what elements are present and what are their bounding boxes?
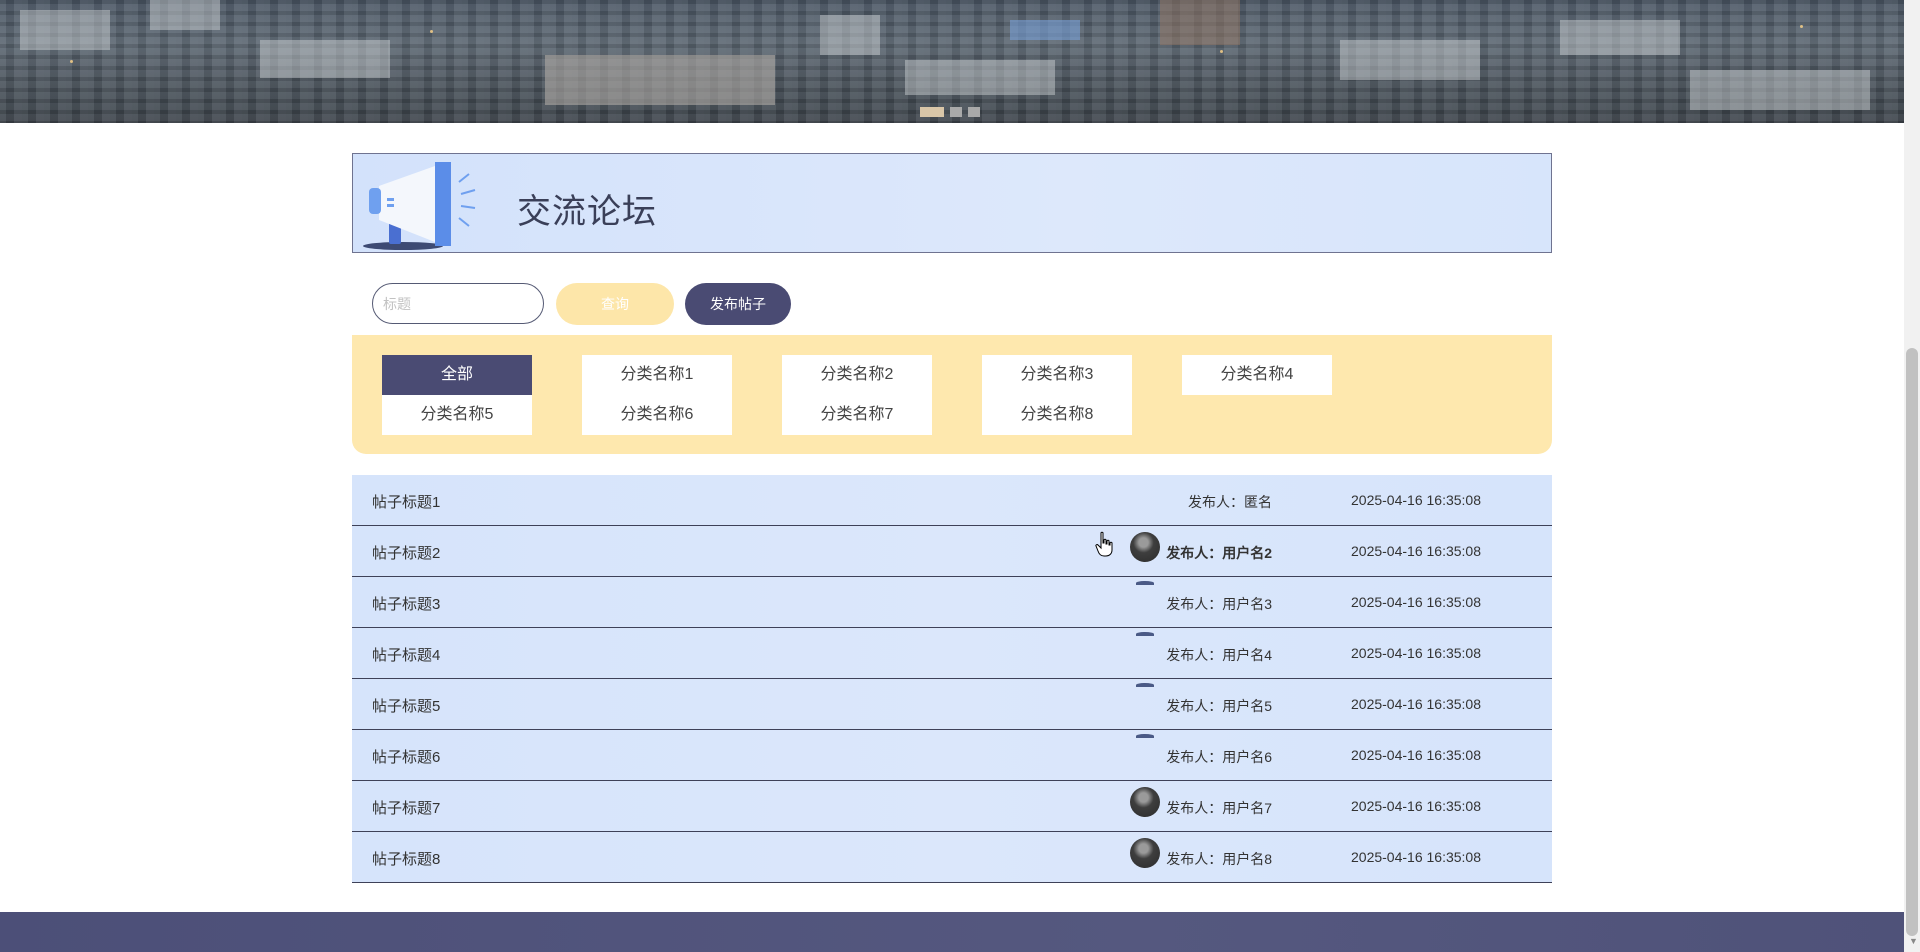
- post-row[interactable]: 帖子标题7 发布人：用户名7 2025-04-16 16:35:08: [352, 781, 1552, 832]
- avatar: [1130, 581, 1160, 613]
- post-row[interactable]: 帖子标题5 发布人：用户名5 2025-04-16 16:35:08: [352, 679, 1552, 730]
- post-row[interactable]: 帖子标题6 发布人：用户名6 2025-04-16 16:35:08: [352, 730, 1552, 781]
- megaphone-icon: [363, 162, 476, 250]
- post-author: 发布人：用户名2: [1166, 545, 1272, 561]
- post-time: 2025-04-16 16:35:08: [1351, 645, 1481, 661]
- banner-carousel[interactable]: [0, 0, 1904, 123]
- category-5[interactable]: 分类名称5: [382, 395, 532, 435]
- post-title[interactable]: 帖子标题7: [372, 797, 440, 818]
- post-time: 2025-04-16 16:35:08: [1351, 747, 1481, 763]
- category-1[interactable]: 分类名称1: [582, 355, 732, 395]
- post-time: 2025-04-16 16:35:08: [1351, 798, 1481, 814]
- post-row[interactable]: 帖子标题2 发布人：用户名2 2025-04-16 16:35:08: [352, 526, 1552, 577]
- carousel-indicators: [920, 107, 980, 117]
- post-title[interactable]: 帖子标题8: [372, 848, 440, 869]
- avatar: [1130, 683, 1160, 715]
- post-title[interactable]: 帖子标题3: [372, 593, 440, 614]
- post-author: 发布人：用户名6: [1166, 749, 1272, 765]
- post-author: 发布人：用户名5: [1166, 698, 1272, 714]
- avatar: [1130, 532, 1160, 562]
- title-search-input[interactable]: [372, 283, 544, 324]
- carousel-dot-1[interactable]: [920, 107, 944, 117]
- avatar: [1130, 734, 1160, 766]
- category-8[interactable]: 分类名称8: [982, 395, 1132, 435]
- post-title[interactable]: 帖子标题4: [372, 644, 440, 665]
- carousel-dot-2[interactable]: [950, 107, 962, 117]
- avatar: [1130, 787, 1160, 817]
- post-list: 帖子标题1 发布人：匿名 2025-04-16 16:35:08 帖子标题2 发…: [352, 475, 1552, 883]
- avatar: [1130, 632, 1160, 664]
- post-row[interactable]: 帖子标题3 发布人：用户名3 2025-04-16 16:35:08: [352, 577, 1552, 628]
- post-time: 2025-04-16 16:35:08: [1351, 492, 1481, 508]
- category-all[interactable]: 全部: [382, 355, 532, 395]
- category-3[interactable]: 分类名称3: [982, 355, 1132, 395]
- page-title: 交流论坛: [517, 193, 657, 231]
- footer: [0, 912, 1904, 952]
- category-panel: 全部 分类名称1 分类名称2 分类名称3 分类名称4 分类名称5 分类名称6 分…: [352, 335, 1552, 454]
- post-row[interactable]: 帖子标题8 发布人：用户名8 2025-04-16 16:35:08: [352, 832, 1552, 883]
- post-title[interactable]: 帖子标题2: [372, 542, 440, 563]
- category-grid: 全部 分类名称1 分类名称2 分类名称3 分类名称4 分类名称5 分类名称6 分…: [382, 355, 1332, 435]
- post-author: 发布人：用户名4: [1166, 647, 1272, 663]
- scrollbar-thumb[interactable]: [1906, 348, 1918, 936]
- category-7[interactable]: 分类名称7: [782, 395, 932, 435]
- carousel-dot-3[interactable]: [968, 107, 980, 117]
- category-2[interactable]: 分类名称2: [782, 355, 932, 395]
- post-author: 发布人：用户名8: [1166, 851, 1272, 867]
- category-4[interactable]: 分类名称4: [1182, 355, 1332, 395]
- hand-cursor-icon: [1095, 531, 1113, 557]
- post-time: 2025-04-16 16:35:08: [1351, 849, 1481, 865]
- publish-post-button[interactable]: 发布帖子: [685, 283, 791, 325]
- post-author: 发布人：匿名: [1188, 494, 1272, 510]
- post-time: 2025-04-16 16:35:08: [1351, 594, 1481, 610]
- post-title[interactable]: 帖子标题5: [372, 695, 440, 716]
- post-title[interactable]: 帖子标题1: [372, 491, 440, 512]
- post-row[interactable]: 帖子标题1 发布人：匿名 2025-04-16 16:35:08: [352, 475, 1552, 526]
- post-time: 2025-04-16 16:35:08: [1351, 696, 1481, 712]
- forum-header: 交流论坛: [352, 153, 1552, 253]
- post-title[interactable]: 帖子标题6: [372, 746, 440, 767]
- category-6[interactable]: 分类名称6: [582, 395, 732, 435]
- avatar: [1130, 838, 1160, 868]
- post-author: 发布人：用户名3: [1166, 596, 1272, 612]
- post-time: 2025-04-16 16:35:08: [1351, 543, 1481, 559]
- post-row[interactable]: 帖子标题4 发布人：用户名4 2025-04-16 16:35:08: [352, 628, 1552, 679]
- scroll-down-arrow-icon[interactable]: ▼: [1909, 936, 1918, 946]
- query-button[interactable]: 查询: [556, 283, 674, 325]
- post-author: 发布人：用户名7: [1166, 800, 1272, 816]
